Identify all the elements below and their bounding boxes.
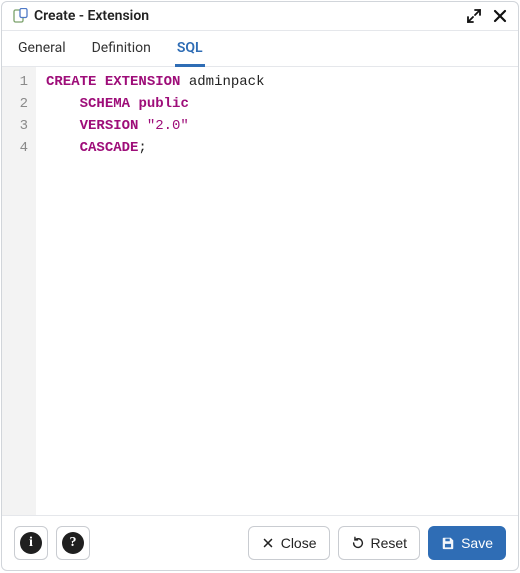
tab-definition[interactable]: Definition [90,32,153,67]
expand-icon[interactable] [466,8,482,24]
x-icon [261,536,275,550]
reset-button[interactable]: Reset [338,526,421,560]
reset-button-label: Reset [371,535,408,551]
help-button[interactable]: ? [56,526,90,560]
code-area[interactable]: CREATE EXTENSION adminpack SCHEMA public… [36,67,518,515]
tab-sql[interactable]: SQL [175,32,205,67]
footer: i ? Close Reset Save [2,516,518,570]
tab-general[interactable]: General [16,32,68,67]
dialog-title: Create - Extension [34,8,149,24]
info-button[interactable]: i [14,526,48,560]
close-icon[interactable] [492,8,508,24]
tabs: General Definition SQL [2,31,518,67]
info-icon: i [20,532,42,554]
titlebar: Create - Extension [2,2,518,31]
sql-editor[interactable]: 1234 CREATE EXTENSION adminpack SCHEMA p… [2,67,518,516]
dialog: Create - Extension General Definition SQ… [1,1,519,571]
close-button-label: Close [281,535,317,551]
save-icon [441,536,455,550]
line-gutter: 1234 [2,67,36,515]
save-button-label: Save [461,535,493,551]
close-button[interactable]: Close [248,526,330,560]
extension-icon [12,8,28,24]
save-button[interactable]: Save [428,526,506,560]
reset-icon [351,536,365,550]
help-icon: ? [62,532,84,554]
